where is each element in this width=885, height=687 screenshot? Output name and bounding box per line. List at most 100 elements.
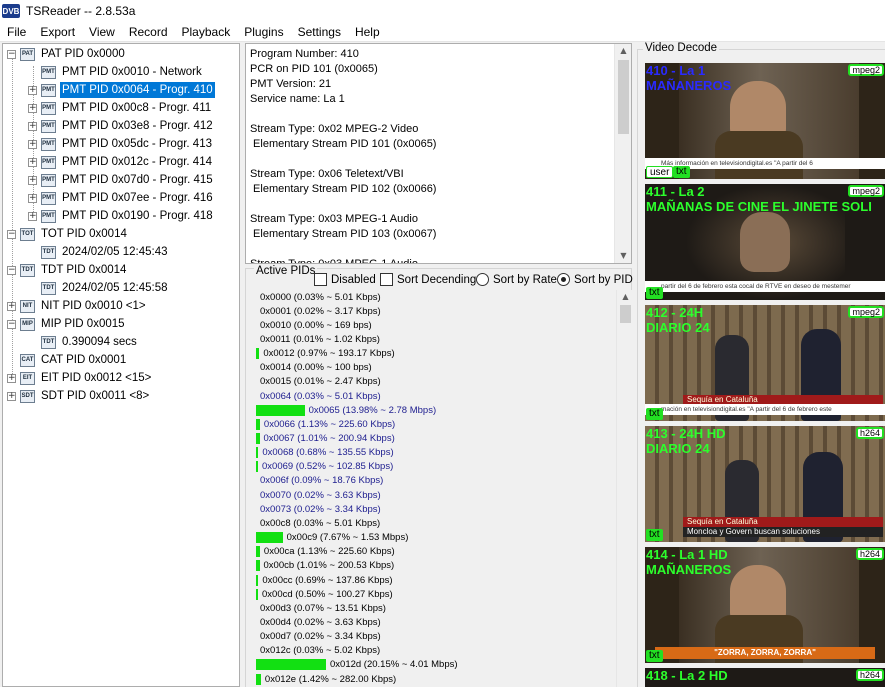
user-badge[interactable]: user (646, 166, 674, 178)
expand-icon[interactable]: + (7, 391, 16, 401)
tree-node-label[interactable]: PMT PID 0x07ee - Progr. 416 (60, 190, 215, 206)
pid-row[interactable]: 0x00cc (0.69% ~ 137.86 Kbps) (252, 573, 393, 587)
tree-node-label[interactable]: CAT PID 0x0001 (39, 352, 128, 368)
program-info-scrollbar[interactable]: ▲ ▼ (614, 44, 631, 263)
scroll-up-icon[interactable]: ▲ (615, 44, 631, 58)
pid-row[interactable]: 0x0066 (1.13% ~ 225.60 Kbps) (252, 417, 395, 431)
checkbox-box[interactable] (380, 273, 393, 286)
tree-node-label[interactable]: EIT PID 0x0012 <15> (39, 370, 153, 386)
pid-row[interactable]: 0x0067 (1.01% ~ 200.94 Kbps) (252, 432, 395, 446)
pid-row[interactable]: 0x0069 (0.52% ~ 102.85 Kbps) (252, 460, 393, 474)
tree-node-label[interactable]: PMT PID 0x00c8 - Progr. 411 (60, 100, 213, 116)
scroll-down-icon[interactable]: ▼ (615, 249, 631, 263)
tree-node[interactable]: CAT CAT PID 0x0001 (7, 351, 128, 369)
tree-node[interactable]: + PMT PMT PID 0x00c8 - Progr. 411 (28, 99, 213, 117)
scroll-thumb[interactable] (618, 60, 629, 134)
tree-node[interactable]: + NIT NIT PID 0x0010 <1> (7, 297, 148, 315)
collapse-icon[interactable]: − (7, 265, 16, 275)
expand-icon[interactable]: + (7, 301, 16, 311)
tree-node-label[interactable]: PMT PID 0x012c - Progr. 414 (60, 154, 214, 170)
menu-settings[interactable]: Settings (291, 22, 348, 42)
checkbox-box[interactable] (314, 273, 327, 286)
txt-badge[interactable]: txt (646, 287, 663, 299)
tree-node[interactable]: + SDT SDT PID 0x0011 <8> (7, 387, 151, 405)
tree-node[interactable]: TDT 0.390094 secs (28, 333, 139, 351)
tree-node[interactable]: + PMT PMT PID 0x0190 - Progr. 418 (28, 207, 215, 225)
radio-circle[interactable] (476, 273, 489, 286)
pid-row[interactable]: 0x00d7 (0.02% ~ 3.34 Kbps) (252, 630, 381, 644)
pid-row[interactable]: 0x00ca (1.13% ~ 225.60 Kbps) (252, 545, 395, 559)
video-tile-413[interactable]: Sequía en Cataluña Moncloa y Govern busc… (645, 426, 885, 542)
tree-node[interactable]: + PMT PMT PID 0x07d0 - Progr. 415 (28, 171, 215, 189)
pid-row[interactable]: 0x00d4 (0.02% ~ 3.63 Kbps) (252, 615, 381, 629)
txt-badge[interactable]: txt (646, 529, 663, 541)
menu-export[interactable]: Export (33, 22, 82, 42)
pid-row[interactable]: 0x0011 (0.01% ~ 1.02 Kbps) (252, 332, 380, 346)
pid-row[interactable]: 0x0073 (0.02% ~ 3.34 Kbps) (252, 502, 381, 516)
tree-node-label[interactable]: 2024/02/05 12:45:58 (60, 280, 170, 296)
tree-node-label[interactable]: PMT PID 0x05dc - Progr. 413 (60, 136, 214, 152)
sort-by-rate-radio[interactable]: Sort by Rate (476, 273, 557, 286)
tree-node-label[interactable]: 2024/02/05 12:45:43 (60, 244, 170, 260)
pid-row[interactable]: 0x00cd (0.50% ~ 100.27 Kbps) (252, 587, 393, 601)
tree-node-label[interactable]: TOT PID 0x0014 (39, 226, 129, 242)
pid-row[interactable]: 0x0064 (0.03% ~ 5.01 Kbps) (252, 389, 381, 403)
tree-node[interactable]: + EIT EIT PID 0x0012 <15> (7, 369, 153, 387)
txt-badge[interactable]: txt (673, 166, 690, 178)
pid-row[interactable]: 0x0010 (0.00% ~ 169 bps) (252, 318, 372, 332)
tree-node[interactable]: − TOT TOT PID 0x0014 (7, 225, 129, 243)
tree-node[interactable]: − PAT PAT PID 0x0000 (7, 45, 127, 63)
pid-row[interactable]: 0x00cb (1.01% ~ 200.53 Kbps) (252, 559, 394, 573)
tree-node[interactable]: + PMT PMT PID 0x03e8 - Progr. 412 (28, 117, 215, 135)
pid-row[interactable]: 0x0068 (0.68% ~ 135.55 Kbps) (252, 446, 394, 460)
pid-row[interactable]: 0x0065 (13.98% ~ 2.78 Mbps) (252, 403, 436, 417)
menu-record[interactable]: Record (122, 22, 175, 42)
tree-node-label[interactable]: SDT PID 0x0011 <8> (39, 388, 151, 404)
menu-view[interactable]: View (82, 22, 122, 42)
tree-node[interactable]: + PMT PMT PID 0x0064 - Progr. 410 (28, 81, 215, 99)
tree-node-label[interactable]: PMT PID 0x03e8 - Progr. 412 (60, 118, 215, 134)
tree-node[interactable]: PMT PMT PID 0x0010 - Network (28, 63, 204, 81)
sort-descending-checkbox[interactable]: Sort Decending (380, 273, 476, 286)
tree-node-label[interactable]: NIT PID 0x0010 <1> (39, 298, 148, 314)
video-tile-414[interactable]: "ZORRA, ZORRA, ZORRA" 414 - La 1 HD MAÑA… (645, 547, 885, 663)
pid-row[interactable]: 0x012d (20.15% ~ 4.01 Mbps) (252, 658, 458, 672)
tree-node[interactable]: + PMT PMT PID 0x07ee - Progr. 416 (28, 189, 215, 207)
tree-node[interactable]: − TDT TDT PID 0x0014 (7, 261, 128, 279)
tree-node-label[interactable]: PMT PID 0x07d0 - Progr. 415 (60, 172, 215, 188)
pid-row[interactable]: 0x00d3 (0.07% ~ 13.51 Kbps) (252, 601, 386, 615)
tree-node-label[interactable]: PAT PID 0x0000 (39, 46, 127, 62)
scroll-up-icon[interactable]: ▲ (617, 290, 634, 304)
menu-plugins[interactable]: Plugins (237, 22, 290, 42)
expand-icon[interactable]: + (28, 211, 37, 221)
expand-icon[interactable]: + (28, 157, 37, 167)
tree-node-label[interactable]: PMT PID 0x0010 - Network (60, 64, 204, 80)
video-tile-418[interactable]: 418 - La 2 HD h264 (645, 668, 885, 687)
disabled-checkbox[interactable]: Disabled (314, 273, 376, 286)
active-pids-list[interactable]: 0x0000 (0.03% ~ 5.01 Kbps) 0x0001 (0.02% … (252, 290, 616, 687)
pid-row[interactable]: 0x012c (0.03% ~ 5.02 Kbps) (252, 644, 380, 658)
pid-row[interactable]: 0x0070 (0.02% ~ 3.63 Kbps) (252, 488, 381, 502)
tree-node[interactable]: − MIP MIP PID 0x0015 (7, 315, 127, 333)
menu-playback[interactable]: Playback (175, 22, 238, 42)
pid-row[interactable]: 0x0012 (0.97% ~ 193.17 Kbps) (252, 347, 395, 361)
tree-node[interactable]: TDT 2024/02/05 12:45:43 (28, 243, 170, 261)
tree-node[interactable]: TDT 2024/02/05 12:45:58 (28, 279, 170, 297)
expand-icon[interactable]: + (7, 373, 16, 383)
active-pids-scrollbar[interactable]: ▲ (616, 290, 632, 687)
expand-icon[interactable]: + (28, 139, 37, 149)
collapse-icon[interactable]: − (7, 49, 16, 59)
pid-row[interactable]: 0x00c9 (7.67% ~ 1.53 Mbps) (252, 531, 408, 545)
tree-node-label[interactable]: 0.390094 secs (60, 334, 139, 350)
collapse-icon[interactable]: − (7, 229, 16, 239)
collapse-icon[interactable]: − (7, 319, 16, 329)
pid-row[interactable]: 0x006f (0.09% ~ 18.76 Kbps) (252, 474, 383, 488)
expand-icon[interactable]: + (28, 85, 37, 95)
expand-icon[interactable]: + (28, 193, 37, 203)
expand-icon[interactable]: + (28, 103, 37, 113)
pid-row[interactable]: 0x0001 (0.02% ~ 3.17 Kbps) (252, 304, 381, 318)
expand-icon[interactable]: + (28, 175, 37, 185)
pid-row[interactable]: 0x0000 (0.03% ~ 5.01 Kbps) (252, 290, 381, 304)
tree-node[interactable]: + PMT PMT PID 0x012c - Progr. 414 (28, 153, 214, 171)
pid-row[interactable]: 0x0014 (0.00% ~ 100 bps) (252, 361, 372, 375)
